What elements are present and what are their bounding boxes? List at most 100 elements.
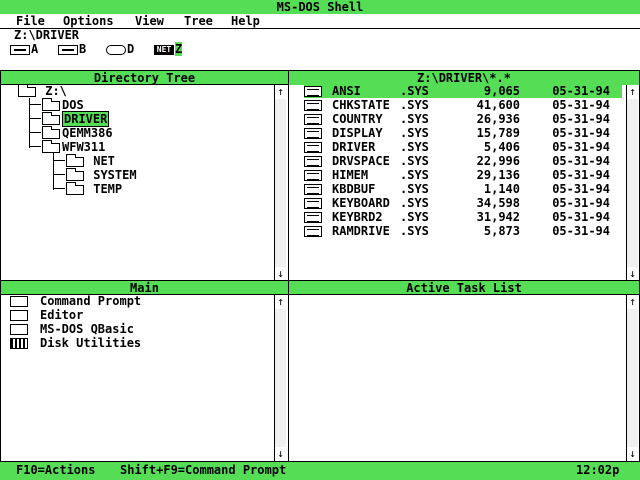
- folder-icon: [18, 83, 36, 97]
- file-ext: .SYS: [400, 224, 429, 238]
- task-list-title: Active Task List: [289, 281, 639, 295]
- file-ext: .SYS: [400, 182, 429, 196]
- scroll-up-icon[interactable]: ↑: [275, 295, 286, 309]
- file-icon: [304, 212, 322, 223]
- tree-item-dos[interactable]: DOS: [42, 97, 84, 112]
- scroll-down-icon[interactable]: ↓: [275, 267, 286, 281]
- scroll-up-icon[interactable]: ↑: [627, 85, 638, 99]
- program-editor[interactable]: Editor: [10, 308, 83, 322]
- menu-tree[interactable]: Tree: [184, 14, 213, 28]
- tree-item-qemm386[interactable]: QEMM386: [42, 125, 113, 140]
- drive-b[interactable]: B: [58, 42, 86, 56]
- file-date: 05-31-94: [552, 168, 610, 182]
- file-size: 29,136: [476, 168, 520, 182]
- menu-view[interactable]: View: [135, 14, 164, 28]
- tree-item-system[interactable]: SYSTEM: [66, 167, 137, 182]
- status-bar: F10=Actions Shift+F9=Command Prompt 12:0…: [0, 462, 640, 480]
- file-row[interactable]: HIMEM .SYS 29,136 05-31-94: [304, 168, 622, 182]
- group-icon: [10, 338, 28, 349]
- scroll-down-icon[interactable]: ↓: [627, 267, 638, 281]
- menu-bar: File Options View Tree Help: [0, 14, 640, 29]
- file-name: COUNTRY: [332, 112, 383, 126]
- program-command-prompt[interactable]: Command Prompt: [10, 294, 141, 308]
- status-actions[interactable]: F10=Actions: [16, 463, 95, 477]
- file-icon: [304, 114, 322, 125]
- file-date: 05-31-94: [552, 140, 610, 154]
- file-row[interactable]: DRVSPACE .SYS 22,996 05-31-94: [304, 154, 622, 168]
- file-name: RAMDRIVE: [332, 224, 390, 238]
- file-icon: [304, 198, 322, 209]
- file-name: KEYBOARD: [332, 196, 390, 210]
- menu-file[interactable]: File: [16, 14, 45, 28]
- file-row[interactable]: DISPLAY .SYS 15,789 05-31-94: [304, 126, 622, 140]
- file-date: 05-31-94: [552, 182, 610, 196]
- tree-item-wfw311[interactable]: WFW311: [42, 139, 105, 154]
- folder-icon: [42, 111, 60, 125]
- folder-icon: [42, 125, 60, 139]
- file-row[interactable]: RAMDRIVE .SYS 5,873 05-31-94: [304, 224, 622, 238]
- file-ext: .SYS: [400, 210, 429, 224]
- main-scrollbar[interactable]: ↑ ↓: [274, 295, 286, 461]
- file-name: DISPLAY: [332, 126, 383, 140]
- program-qbasic[interactable]: MS-DOS QBasic: [10, 322, 134, 336]
- directory-tree-title: Directory Tree: [1, 71, 288, 85]
- file-date: 05-31-94: [552, 84, 610, 98]
- floppy-icon: [58, 44, 78, 55]
- menu-options[interactable]: Options: [63, 14, 114, 28]
- file-date: 05-31-94: [552, 224, 610, 238]
- main-title: Main: [1, 281, 288, 295]
- tree-scrollbar[interactable]: ↑ ↓: [274, 85, 286, 281]
- file-name: KEYBRD2: [332, 210, 383, 224]
- file-ext: .SYS: [400, 168, 429, 182]
- task-list-pane: [288, 280, 640, 462]
- file-name: ANSI: [332, 84, 361, 98]
- file-date: 05-31-94: [552, 112, 610, 126]
- status-command-prompt[interactable]: Shift+F9=Command Prompt: [120, 463, 286, 477]
- scroll-up-icon[interactable]: ↑: [275, 85, 286, 99]
- tree-item-driver[interactable]: DRIVER: [42, 111, 110, 127]
- file-icon: [304, 142, 322, 153]
- file-size: 15,789: [476, 126, 520, 140]
- file-row[interactable]: DRIVER .SYS 5,406 05-31-94: [304, 140, 622, 154]
- task-scrollbar[interactable]: ↑ ↓: [626, 295, 638, 461]
- file-row[interactable]: COUNTRY .SYS 26,936 05-31-94: [304, 112, 622, 126]
- folder-icon: [66, 153, 84, 167]
- program-icon: [10, 324, 28, 335]
- menu-help[interactable]: Help: [231, 14, 260, 28]
- drive-z[interactable]: NET Z: [154, 42, 183, 56]
- program-icon: [10, 310, 28, 321]
- file-size: 5,406: [483, 140, 520, 154]
- drive-a[interactable]: A: [10, 42, 38, 56]
- file-name: HIMEM: [332, 168, 369, 182]
- file-size: 41,600: [476, 98, 520, 112]
- file-row[interactable]: KBDBUF .SYS 1,140 05-31-94: [304, 182, 622, 196]
- floppy-icon: [10, 44, 30, 55]
- folder-icon: [66, 181, 84, 195]
- file-icon: [304, 226, 322, 237]
- file-row[interactable]: ANSI .SYS 9,065 05-31-94: [304, 84, 622, 98]
- file-size: 9,065: [483, 84, 520, 98]
- file-ext: .SYS: [400, 98, 429, 112]
- tree-item-net[interactable]: NET: [66, 153, 115, 168]
- scroll-down-icon[interactable]: ↓: [627, 447, 638, 461]
- scroll-up-icon[interactable]: ↑: [627, 295, 638, 309]
- file-name: DRIVER: [332, 140, 376, 154]
- file-ext: .SYS: [400, 112, 429, 126]
- file-scrollbar[interactable]: ↑ ↓: [626, 85, 638, 281]
- file-row[interactable]: KEYBRD2 .SYS 31,942 05-31-94: [304, 210, 622, 224]
- file-name: CHKSTATE: [332, 98, 390, 112]
- group-disk-utilities[interactable]: Disk Utilities: [10, 336, 141, 350]
- file-icon: [304, 156, 322, 167]
- folder-icon: [66, 167, 84, 181]
- drive-d[interactable]: D: [106, 42, 134, 56]
- tree-root[interactable]: Z:\: [18, 83, 67, 98]
- file-ext: .SYS: [400, 196, 429, 210]
- file-date: 05-31-94: [552, 98, 610, 112]
- file-row[interactable]: KEYBOARD .SYS 34,598 05-31-94: [304, 196, 622, 210]
- folder-icon: [42, 97, 60, 111]
- file-row[interactable]: CHKSTATE .SYS 41,600 05-31-94: [304, 98, 622, 112]
- scroll-down-icon[interactable]: ↓: [275, 447, 286, 461]
- tree-item-temp[interactable]: TEMP: [66, 181, 122, 196]
- cd-icon: [106, 44, 126, 55]
- file-size: 34,598: [476, 196, 520, 210]
